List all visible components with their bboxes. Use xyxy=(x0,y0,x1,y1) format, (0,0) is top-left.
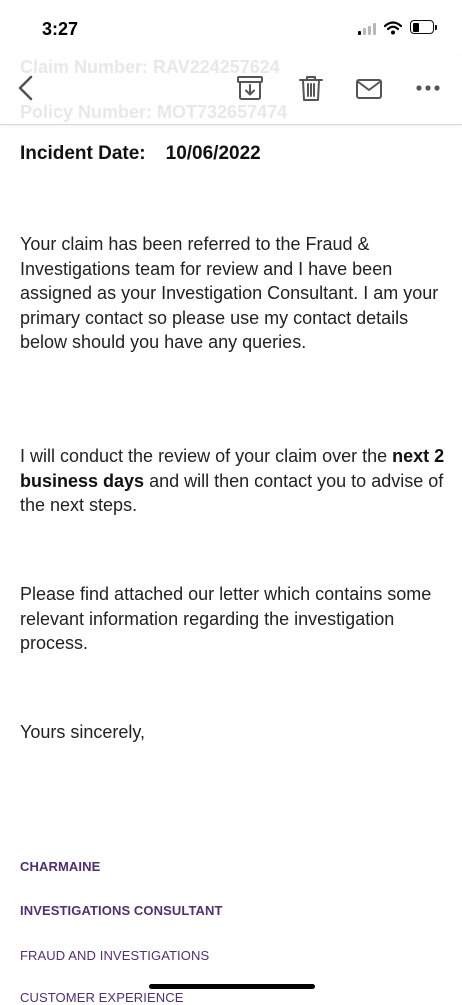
mail-icon xyxy=(356,79,382,99)
cellular-signal-icon xyxy=(358,23,378,35)
status-time: 3:27 xyxy=(42,19,79,39)
wifi-icon xyxy=(384,21,402,35)
status-bar: 3:27 xyxy=(0,0,462,56)
mail-button[interactable] xyxy=(354,76,384,102)
email-paragraph-referral: Your claim has been referred to the Frau… xyxy=(20,234,439,352)
back-button[interactable] xyxy=(14,74,40,102)
battery-icon xyxy=(410,20,437,34)
more-icon xyxy=(416,85,440,91)
home-indicator[interactable] xyxy=(149,984,315,989)
trash-button[interactable] xyxy=(297,74,325,102)
signature-team: FRAUD AND INVESTIGATIONS xyxy=(20,948,210,963)
review-text-start: I will conduct the review of your claim … xyxy=(20,446,393,466)
archive-button[interactable] xyxy=(236,74,264,102)
archive-icon xyxy=(237,76,263,100)
email-toolbar xyxy=(0,56,462,125)
trash-icon xyxy=(299,76,323,101)
email-paragraph-review: I will conduct the review of your claim … xyxy=(20,444,450,518)
signature-department: CUSTOMER EXPERIENCE xyxy=(20,990,184,1005)
email-paragraph-attachment: Please find attached our letter which co… xyxy=(20,584,432,653)
signature-name: CHARMAINE xyxy=(20,859,101,874)
incident-date-value: 10/06/2022 xyxy=(165,143,261,164)
more-button[interactable] xyxy=(414,82,442,94)
email-closing: Yours sincerely, xyxy=(20,722,146,742)
incident-date-label: Incident Date: xyxy=(20,143,146,164)
incident-date-row: Incident Date: 10/06/2022 xyxy=(20,143,261,165)
signature-title: INVESTIGATIONS CONSULTANT xyxy=(20,903,223,918)
